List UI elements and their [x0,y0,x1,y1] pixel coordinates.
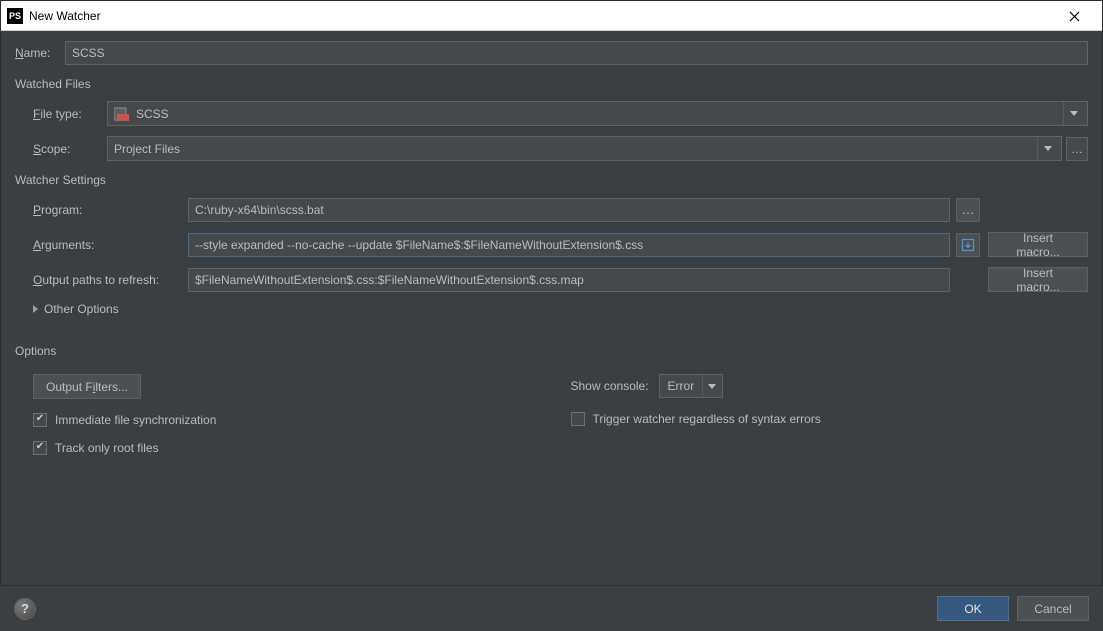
checkbox-checked-icon [33,441,47,455]
section-watched-files: Watched Files [15,77,1088,91]
window-title: New Watcher [29,9,101,23]
scss-file-icon [114,107,130,121]
expand-field-button[interactable] [956,233,980,257]
close-button[interactable] [1054,1,1094,31]
other-options-label: Other Options [44,302,119,316]
output-paths-input[interactable] [188,268,950,292]
program-browse-button[interactable]: … [956,198,980,222]
output-filters-button[interactable]: Output Filters... [33,374,141,399]
track-root-label: Track only root files [55,441,159,455]
immediate-sync-checkbox[interactable]: Immediate file synchronization [33,413,551,427]
ok-button[interactable]: OK [937,596,1009,621]
file-type-label: File type: [33,107,107,121]
scope-combo[interactable]: Project Files [107,136,1062,161]
other-options-expander[interactable]: Other Options [33,302,1088,316]
arguments-label: Arguments: [33,238,188,252]
insert-macro-output-button[interactable]: Insert macro... [988,267,1088,292]
dialog-footer: ? OK Cancel [0,585,1103,631]
help-button[interactable]: ? [14,598,36,620]
show-console-label: Show console: [571,379,649,393]
name-label: Name: [15,46,65,60]
arguments-input[interactable] [188,233,950,257]
output-paths-label: Output paths to refresh: [33,273,188,287]
chevron-right-icon [33,305,38,313]
track-root-checkbox[interactable]: Track only root files [33,441,551,455]
chevron-down-icon[interactable] [1037,137,1057,160]
chevron-down-icon[interactable] [702,375,720,397]
scope-ellipsis-button[interactable]: … [1066,137,1088,161]
file-type-combo[interactable]: SCSS [107,101,1088,126]
scope-value: Project Files [114,142,1033,156]
insert-macro-arguments-button[interactable]: Insert macro... [988,232,1088,257]
show-console-value: Error [668,379,695,393]
titlebar: PS New Watcher [1,1,1102,31]
program-label: Program: [33,203,188,217]
name-input[interactable] [65,41,1088,65]
file-type-value: SCSS [136,107,1059,121]
immediate-sync-label: Immediate file synchronization [55,413,216,427]
section-watcher-settings: Watcher Settings [15,173,1088,187]
show-console-combo[interactable]: Error [659,374,724,398]
app-icon: PS [7,8,23,24]
chevron-down-icon[interactable] [1063,102,1083,125]
trigger-regardless-label: Trigger watcher regardless of syntax err… [593,412,821,426]
checkbox-unchecked-icon [571,412,585,426]
checkbox-checked-icon [33,413,47,427]
trigger-regardless-checkbox[interactable]: Trigger watcher regardless of syntax err… [571,412,1089,426]
cancel-button[interactable]: Cancel [1017,596,1089,621]
scope-label: Scope: [33,142,107,156]
program-input[interactable] [188,198,950,222]
section-options: Options [15,344,1088,358]
